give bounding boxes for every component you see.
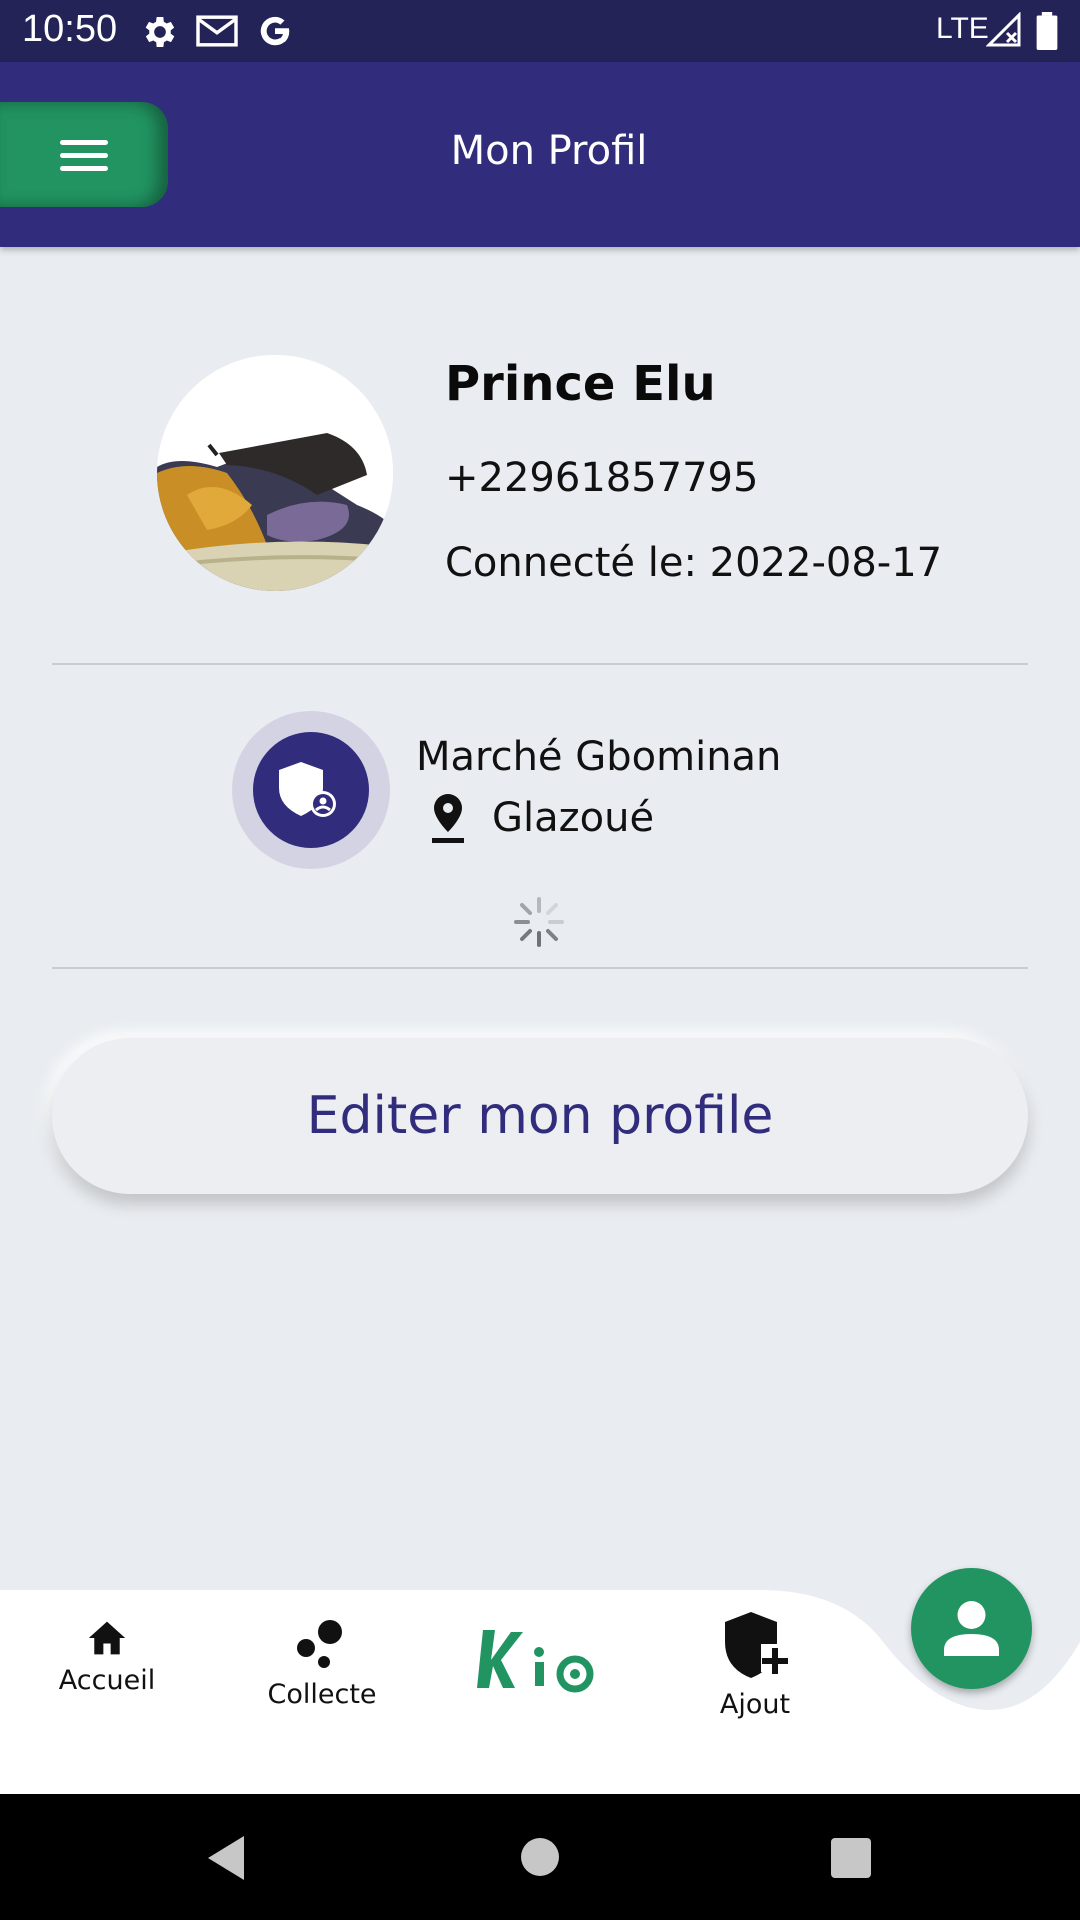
sneaker-photo [157, 355, 393, 591]
person-icon [944, 1601, 999, 1656]
page-title: Mon Profil [450, 128, 648, 174]
home-icon [88, 1621, 126, 1655]
shield-user-icon [279, 762, 336, 817]
status-bar: 10:50 LTE [0, 0, 1080, 62]
home-circle-icon[interactable] [520, 1837, 560, 1877]
battery-icon [1036, 12, 1058, 50]
market-city: Glazoué [492, 795, 655, 841]
avatar [157, 355, 393, 591]
loading-spinner [514, 897, 564, 947]
back-icon[interactable] [204, 1834, 248, 1882]
settings-icon [145, 17, 175, 47]
kia-logo [477, 1630, 594, 1693]
app-bar: Mon Profil [0, 62, 1080, 247]
connected-label: Connecté le: [445, 540, 710, 586]
edit-profile-button[interactable]: Editer mon profile [52, 1038, 1028, 1194]
signal-icon [986, 12, 1021, 47]
divider [52, 663, 1028, 665]
status-time: 10:50 [22, 8, 118, 50]
location-pin-icon [432, 794, 464, 843]
nav-label-accueil: Accueil [58, 1665, 156, 1696]
profile-fab[interactable] [911, 1568, 1032, 1689]
market-badge-inner [253, 732, 369, 848]
divider [52, 967, 1028, 969]
nav-item-collecte[interactable]: Collecte [262, 1618, 382, 1710]
gmail-icon [196, 15, 238, 47]
connected-date: Connecté le: 2022-08-17 [445, 540, 942, 586]
nav-label-collecte: Collecte [267, 1679, 377, 1710]
network-type: LTE [936, 12, 989, 45]
system-nav-bar [0, 1794, 1080, 1920]
bubbles-icon [297, 1620, 342, 1668]
nav-item-accueil[interactable]: Accueil [52, 1618, 162, 1696]
market-name: Marché Gbominan [416, 734, 782, 780]
user-phone: +22961857795 [445, 455, 759, 501]
nav-item-ajout[interactable]: Ajout [700, 1608, 810, 1720]
user-name: Prince Elu [445, 356, 716, 412]
shield-plus-icon [725, 1612, 789, 1678]
google-icon [260, 16, 290, 46]
nav-item-kia[interactable] [470, 1624, 610, 1701]
nav-label-ajout: Ajout [719, 1689, 791, 1720]
recents-icon[interactable] [831, 1838, 871, 1878]
connected-date-value: 2022-08-17 [709, 540, 943, 586]
